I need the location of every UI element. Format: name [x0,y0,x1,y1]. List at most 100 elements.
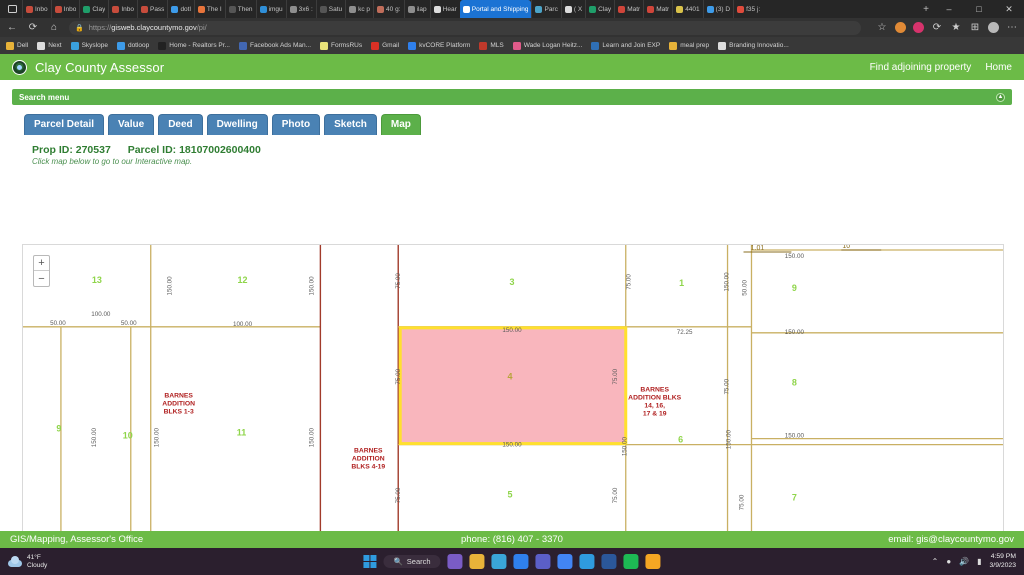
browser-tab[interactable]: 4401 [672,0,702,18]
notes-icon[interactable] [645,554,661,569]
extension-orange-icon[interactable] [895,22,906,33]
bookmark-item[interactable]: kvCORE Platform [408,41,470,50]
taskbar-weather[interactable]: 41°F Cloudy [8,554,47,570]
search-menu-bar[interactable]: Search menu ▲ [12,89,1012,105]
bookmark-item[interactable]: meal prep [669,41,709,50]
tab-map[interactable]: Map [380,114,421,135]
volume-icon[interactable]: 🔊 [959,557,969,566]
browser-tab[interactable]: Then [224,0,256,18]
bookmark-item[interactable]: Branding Innovatio... [718,41,789,50]
collections-icon[interactable]: ★ [950,22,962,33]
collapse-icon[interactable]: ▲ [996,92,1005,102]
back-icon[interactable]: ← [6,22,18,33]
tab-photo[interactable]: Photo [271,114,321,135]
favorite-icon[interactable]: ☆ [876,22,888,33]
browser-tab[interactable]: Matr [614,0,643,18]
minimize-button[interactable]: – [934,0,964,18]
tab-value[interactable]: Value [108,114,155,135]
mail-icon[interactable] [513,554,529,569]
taskbar-clock[interactable]: 4:59 PM 3/9/2023 [990,553,1016,570]
settings-more-icon[interactable]: ⋯ [1006,22,1018,33]
battery-icon[interactable]: ▮ [977,557,981,566]
bookmark-item[interactable]: Learn and Join EXP [591,41,660,50]
zoom-in-button[interactable]: + [34,256,49,271]
word-icon[interactable] [601,554,617,569]
maximize-button[interactable]: □ [964,0,994,18]
browser-tab[interactable]: dotl [167,0,193,18]
store-icon[interactable] [491,554,507,569]
close-button[interactable]: ✕ [994,0,1024,18]
browser-tab[interactable]: Inbo [108,0,137,18]
new-tab-button[interactable]: + [918,0,934,18]
bookmark-item[interactable]: dotloop [116,41,149,50]
bookmark-item[interactable]: Skyslope [70,41,108,50]
browser-tab[interactable]: Clay [79,0,108,18]
browser-tab[interactable]: Inbo [50,0,80,18]
browser-tab[interactable]: 3x6 : [285,0,316,18]
map-canvas[interactable]: 13 12 3 1 9 9 10 11 4 8 6 5 7 150.00 150.00 100.00 50.00… [23,245,1003,575]
browser-tab[interactable]: 40 g: [373,0,403,18]
copilot-icon[interactable] [447,554,463,569]
bookmark-item[interactable]: Next [37,41,62,50]
chevron-up-icon[interactable]: ⌃ [932,557,939,566]
browser-tab[interactable]: (3) D [702,0,733,18]
home-link[interactable]: Home [985,62,1012,73]
bookmark-label: MLS [490,42,504,49]
extension-pink-icon[interactable] [913,22,924,33]
weather-condition: Cloudy [27,561,48,569]
wifi-icon[interactable]: ● [946,557,951,566]
browser-tab[interactable]: Pass [136,0,167,18]
extension-gray-icon[interactable]: ⟳ [931,22,943,33]
map-zoom-controls[interactable]: + − [33,255,50,287]
window-controls: – □ ✕ [934,0,1024,18]
browser-tab[interactable]: Clay [585,0,614,18]
find-adjoining-property-link[interactable]: Find adjoining property [870,62,972,73]
bookmark-item[interactable]: Wade Logan Heitz... [512,41,582,50]
lot-number-label: 11 [237,428,246,438]
address-bar[interactable]: 🔒 https://gisweb.claycountymo.gov/pi/ [69,20,861,35]
browser-tab[interactable]: imgu [255,0,286,18]
browser-tab[interactable]: ( X [560,0,585,18]
browser-tab[interactable]: Inbo [22,0,51,18]
browser-tab[interactable]: Satu [315,0,345,18]
taskbar-search[interactable]: 🔍 Search [383,555,441,568]
plat-name-label: 14, 16, [644,403,665,410]
profile-avatar[interactable] [988,22,999,33]
bookmark-item[interactable]: Home - Realtors Pr... [158,41,230,50]
reload-icon[interactable]: ⟳ [27,22,39,33]
edge-icon[interactable] [579,554,595,569]
zoom-out-button[interactable]: − [34,271,49,286]
browser-tab[interactable]: Portal and Shipping [459,0,532,18]
lot-number-label: 6 [678,435,683,445]
bookmark-item[interactable]: MLS [479,41,504,50]
windows-start-icon[interactable] [363,555,377,568]
tab-title: Pass [149,5,165,13]
split-screen-icon[interactable]: ⊞ [969,22,981,33]
tab-parcel-detail[interactable]: Parcel Detail [24,114,105,135]
browser-tab[interactable]: The I [193,0,225,18]
tab-sketch[interactable]: Sketch [324,114,377,135]
browser-tab[interactable]: Parc [531,0,560,18]
spotify-icon[interactable] [623,554,639,569]
bookmark-item[interactable]: Facebook Ads Man... [238,41,311,50]
browser-tab[interactable]: Matr [643,0,672,18]
bookmark-item[interactable]: Gmail [371,41,399,50]
dimension-label: 150.00 [622,436,629,456]
browser-tab[interactable]: ilap [403,0,430,18]
lock-icon: 🔒 [75,24,84,32]
chrome-icon[interactable] [557,554,573,569]
tab-favicon-icon [197,5,205,13]
dimension-label: 50.00 [50,320,66,327]
tab-deed[interactable]: Deed [158,114,203,135]
file-explorer-icon[interactable] [469,554,485,569]
tab-list-icon[interactable] [2,0,22,18]
browser-tab[interactable]: f35 j: [733,0,763,18]
browser-tab[interactable]: kc p [345,0,373,18]
browser-tab[interactable]: Hear [429,0,460,18]
bookmark-item[interactable]: FormsRUs [320,41,362,50]
parcel-map[interactable]: 13 12 3 1 9 9 10 11 4 8 6 5 7 150.00 150.00 100.00 50.00… [22,244,1004,575]
home-icon[interactable]: ⌂ [48,22,60,33]
bookmark-item[interactable]: Dell [6,41,28,50]
teams-icon[interactable] [535,554,551,569]
tab-dwelling[interactable]: Dwelling [206,114,268,135]
